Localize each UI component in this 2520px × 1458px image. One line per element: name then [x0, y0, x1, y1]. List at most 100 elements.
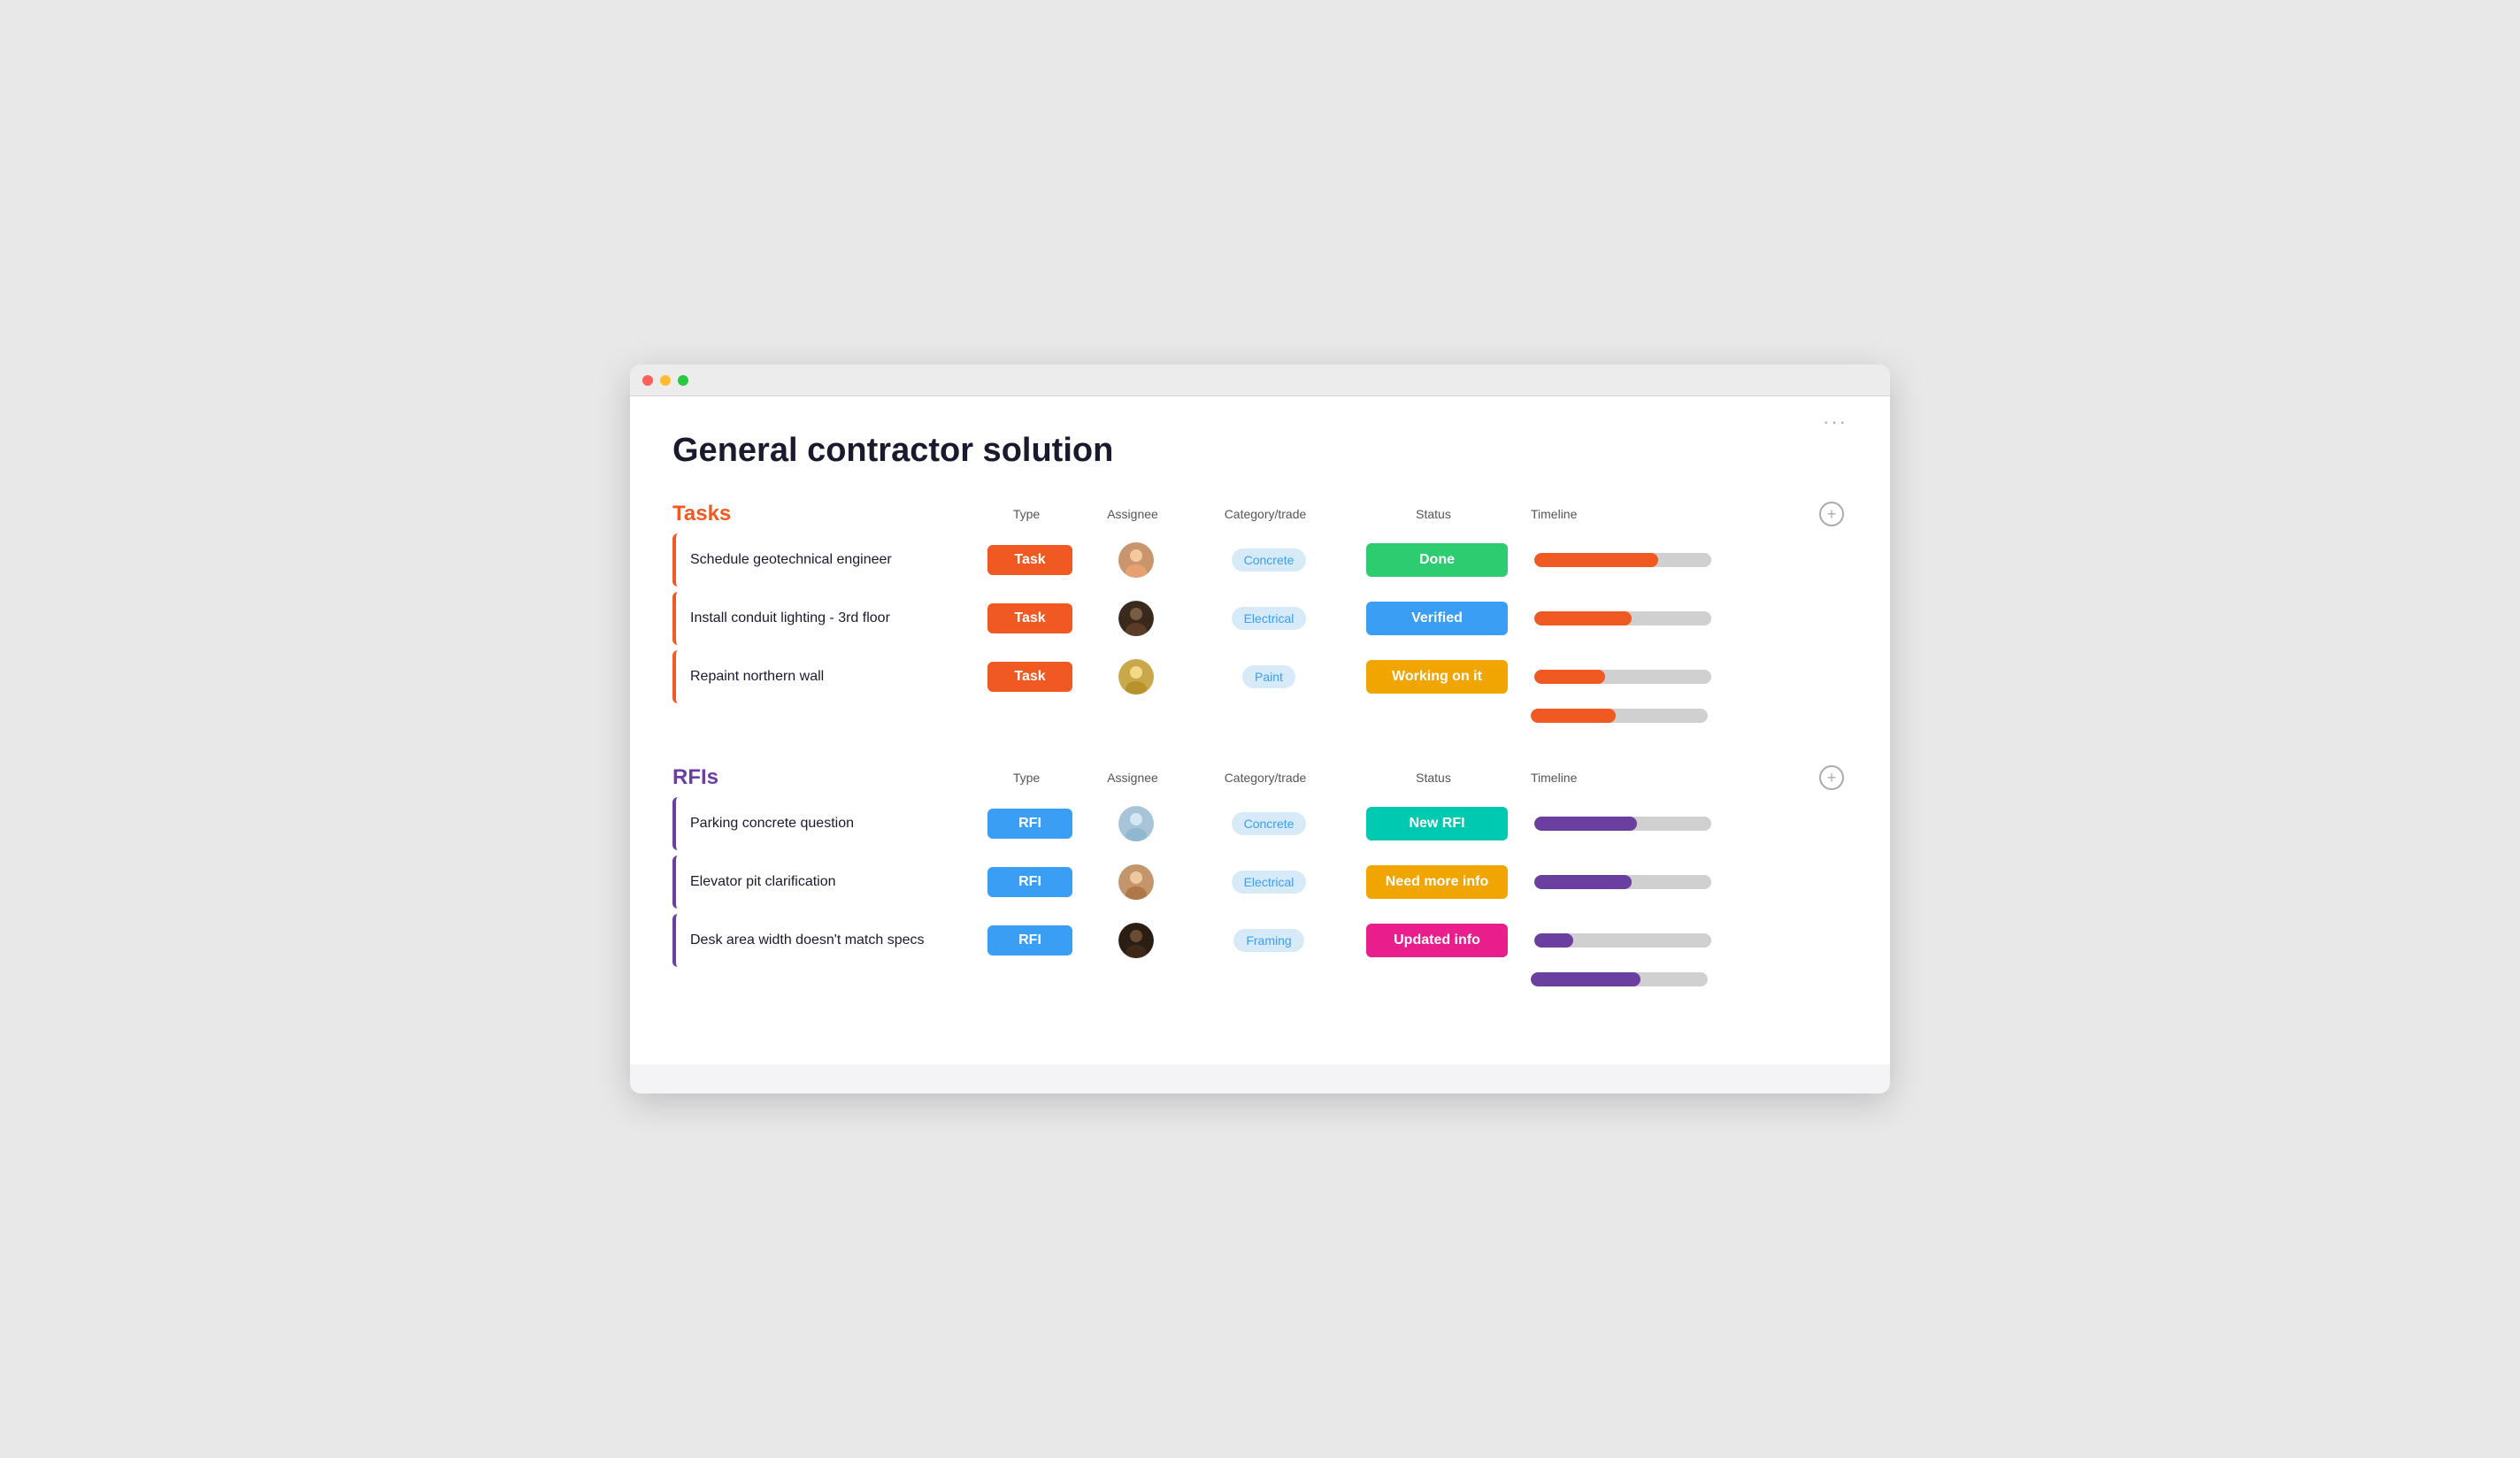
status-col: New RFI	[1348, 807, 1525, 840]
category-col: Framing	[1189, 929, 1348, 952]
timeline-col	[1525, 553, 1848, 567]
status-badge: Done	[1366, 543, 1508, 577]
rfis-col-timeline: Timeline	[1531, 771, 1577, 785]
timeline-fill	[1534, 817, 1637, 831]
assignee-col	[1083, 542, 1189, 578]
rfis-header: RFIs Type Assignee Category/trade Status…	[672, 765, 1848, 790]
tasks-col-status: Status	[1345, 507, 1522, 521]
status-col: Done	[1348, 543, 1525, 577]
status-col: Verified	[1348, 602, 1525, 635]
tasks-col-type: Type	[973, 507, 1079, 521]
rfis-col-type: Type	[973, 771, 1079, 785]
category-col: Concrete	[1189, 812, 1348, 835]
assignee-col	[1083, 601, 1189, 636]
timeline-bar	[1534, 817, 1711, 831]
rfis-col-status: Status	[1345, 771, 1522, 785]
rfis-section-title: RFIs	[672, 765, 973, 790]
category-badge: Framing	[1233, 929, 1303, 952]
task-name: Install conduit lighting - 3rd floor	[676, 610, 977, 626]
category-badge: Electrical	[1232, 607, 1307, 630]
task-type-badge: Task	[987, 603, 1072, 633]
tasks-col-timeline: Timeline	[1531, 507, 1577, 521]
status-col: Updated info	[1348, 924, 1525, 957]
category-badge: Concrete	[1232, 549, 1307, 572]
status-badge: New RFI	[1366, 807, 1508, 840]
category-badge: Electrical	[1232, 871, 1307, 894]
more-options-button[interactable]: ···	[1823, 411, 1848, 434]
timeline-col	[1525, 875, 1848, 889]
assignee-col	[1083, 864, 1189, 900]
page-title: General contractor solution	[672, 432, 1848, 470]
avatar	[1118, 923, 1154, 958]
rfis-add-button[interactable]: +	[1819, 765, 1844, 790]
avatar	[1118, 659, 1154, 694]
rfis-col-assignee: Assignee	[1079, 771, 1186, 785]
extra-timeline-col	[1522, 709, 1848, 723]
status-badge: Updated info	[1366, 924, 1508, 957]
timeline-col	[1525, 933, 1848, 948]
avatar	[1118, 542, 1154, 578]
status-col: Working on it	[1348, 660, 1525, 694]
avatar	[1118, 864, 1154, 900]
rfi-type-badge: RFI	[987, 925, 1072, 955]
timeline-fill	[1534, 553, 1658, 567]
status-badge: Verified	[1366, 602, 1508, 635]
rfis-section: RFIs Type Assignee Category/trade Status…	[672, 765, 1848, 986]
rfi-name: Elevator pit clarification	[676, 874, 977, 890]
close-button[interactable]	[642, 375, 653, 386]
tasks-add-button[interactable]: +	[1819, 502, 1844, 526]
timeline-bar	[1534, 933, 1711, 948]
timeline-bar	[1534, 875, 1711, 889]
status-col: Need more info	[1348, 865, 1525, 899]
status-badge: Need more info	[1366, 865, 1508, 899]
tasks-col-assignee: Assignee	[1079, 507, 1186, 521]
tasks-section-title: Tasks	[672, 502, 973, 526]
timeline-fill	[1534, 875, 1632, 889]
timeline-bar	[1534, 553, 1711, 567]
rfi-row: Elevator pit clarification RFI Electrica…	[672, 856, 1848, 909]
titlebar	[630, 364, 1890, 396]
tasks-section: Tasks Type Assignee Category/trade Statu…	[672, 502, 1848, 723]
app-window: General contractor solution ··· Tasks Ty…	[630, 364, 1890, 1094]
category-badge: Concrete	[1232, 812, 1307, 835]
avatar	[1118, 601, 1154, 636]
task-row: Repaint northern wall Task Paint	[672, 650, 1848, 703]
category-col: Paint	[1189, 665, 1348, 688]
extra-timeline-col	[1522, 972, 1848, 986]
timeline-fill	[1534, 933, 1573, 948]
task-row: Install conduit lighting - 3rd floor Tas…	[672, 592, 1848, 645]
timeline-fill	[1534, 670, 1605, 684]
timeline-fill	[1534, 611, 1632, 625]
category-col: Electrical	[1189, 607, 1348, 630]
timeline-bar	[1534, 670, 1711, 684]
timeline-col	[1525, 611, 1848, 625]
rfis-col-category: Category/trade	[1186, 771, 1345, 785]
timeline-col	[1525, 817, 1848, 831]
rfi-type-badge: RFI	[987, 809, 1072, 839]
extra-timeline-bar	[1531, 972, 1708, 986]
tasks-header: Tasks Type Assignee Category/trade Statu…	[672, 502, 1848, 526]
assignee-col	[1083, 659, 1189, 694]
task-type-badge: Task	[987, 662, 1072, 692]
main-content: General contractor solution ··· Tasks Ty…	[630, 396, 1890, 1064]
timeline-col	[1525, 670, 1848, 684]
tasks-col-category: Category/trade	[1186, 507, 1345, 521]
extra-timeline-bar	[1531, 709, 1708, 723]
extra-timeline-fill	[1531, 972, 1640, 986]
extra-timeline-fill	[1531, 709, 1616, 723]
task-name: Repaint northern wall	[676, 669, 977, 685]
rfi-name: Parking concrete question	[676, 816, 977, 832]
rfi-row: Parking concrete question RFI Concrete	[672, 797, 1848, 850]
category-badge: Paint	[1242, 665, 1295, 688]
status-badge: Working on it	[1366, 660, 1508, 694]
task-row: Schedule geotechnical engineer Task Conc…	[672, 533, 1848, 587]
maximize-button[interactable]	[678, 375, 688, 386]
task-name: Schedule geotechnical engineer	[676, 552, 977, 568]
category-col: Electrical	[1189, 871, 1348, 894]
minimize-button[interactable]	[660, 375, 671, 386]
timeline-bar	[1534, 611, 1711, 625]
task-type-badge: Task	[987, 545, 1072, 575]
avatar	[1118, 806, 1154, 841]
rfi-type-badge: RFI	[987, 867, 1072, 897]
category-col: Concrete	[1189, 549, 1348, 572]
